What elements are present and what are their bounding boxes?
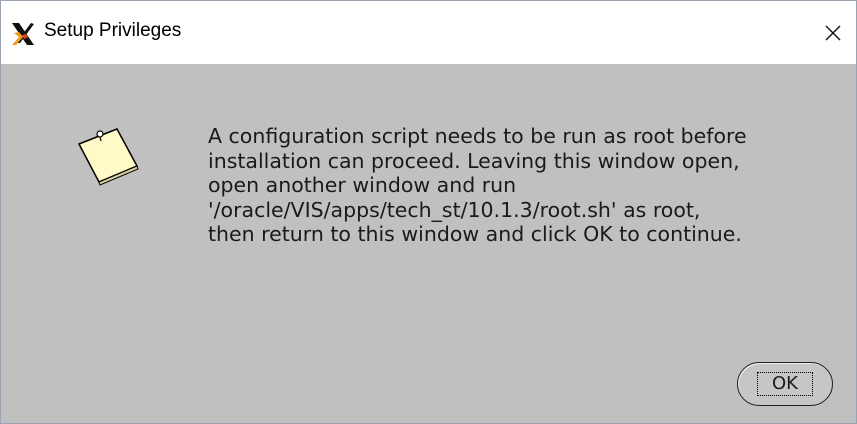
note-icon <box>77 128 139 186</box>
dialog-content: A configuration script needs to be run a… <box>1 64 856 423</box>
ok-button-label: OK <box>757 372 813 396</box>
ok-button[interactable]: OK <box>737 362 833 406</box>
setup-privileges-dialog: Setup Privileges A configuration script … <box>0 0 857 424</box>
x-logo-icon <box>12 23 34 45</box>
window-title: Setup Privileges <box>44 20 182 41</box>
title-bar[interactable]: Setup Privileges <box>1 1 856 64</box>
dialog-message: A configuration script needs to be run a… <box>208 124 747 246</box>
close-icon <box>825 25 841 40</box>
close-button[interactable] <box>810 1 856 64</box>
